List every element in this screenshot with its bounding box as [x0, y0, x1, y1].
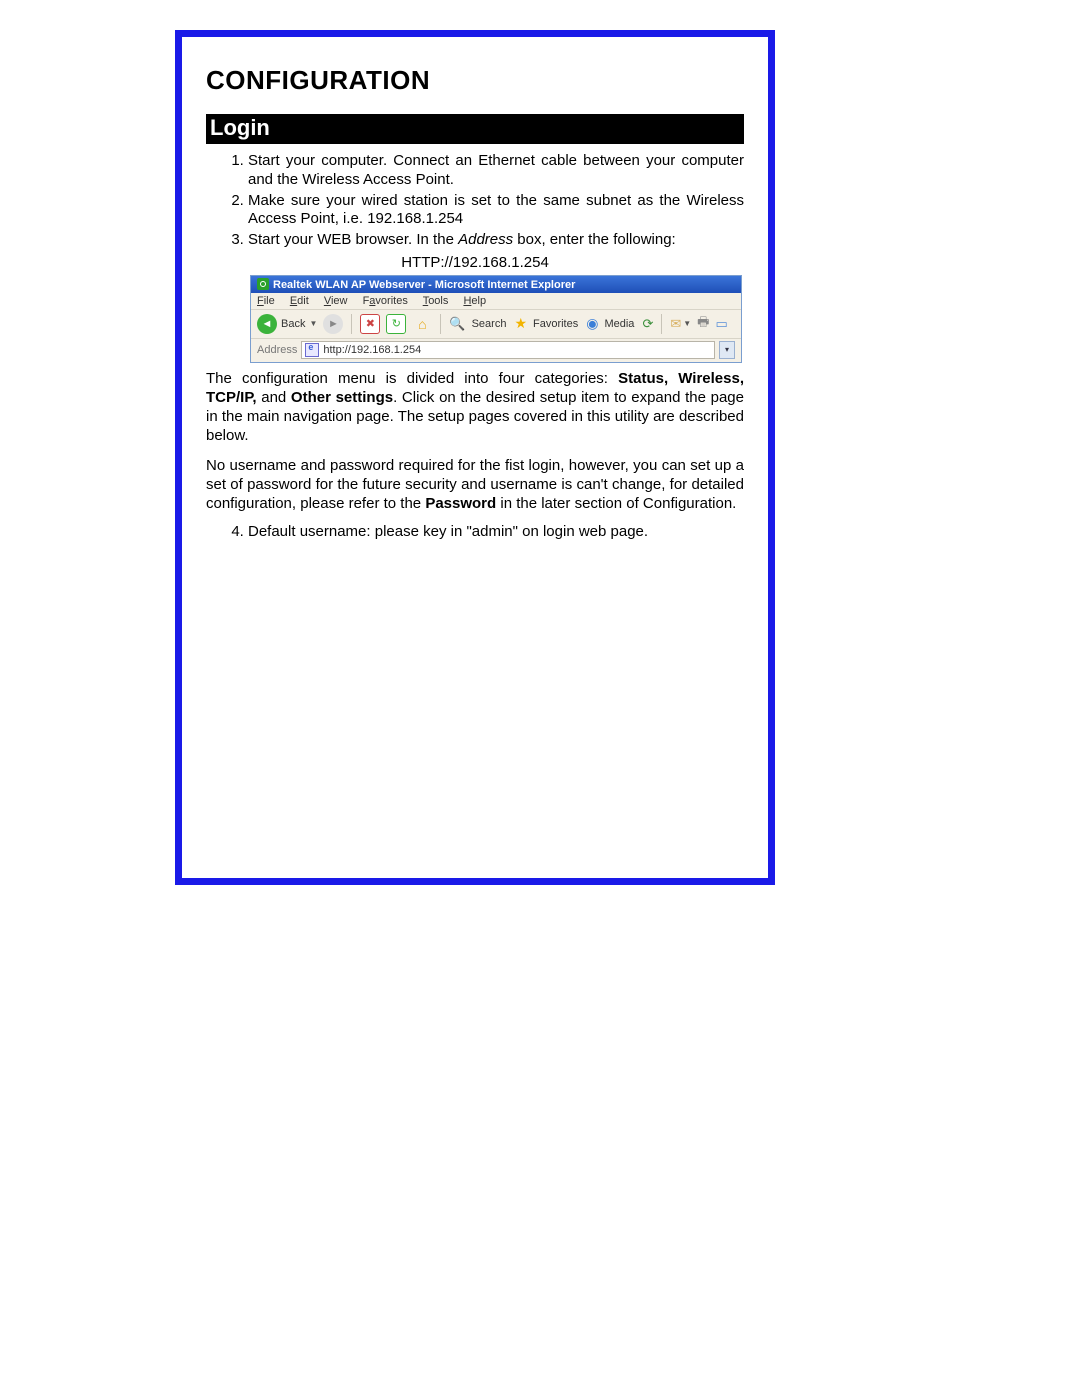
step-4: Default username: please key in "admin" …	[248, 523, 744, 542]
page: CONFIGURATION Login Start your computer.…	[0, 0, 1080, 1397]
edit-icon[interactable]: ▭	[715, 316, 727, 332]
menu-file[interactable]: File	[257, 295, 275, 307]
paragraph-categories: The configuration menu is divided into f…	[206, 369, 744, 446]
page-icon	[305, 343, 319, 357]
toolbar-separator-2	[440, 314, 441, 334]
address-label-text: Address	[257, 344, 297, 356]
steps-list: Start your computer. Connect an Ethernet…	[206, 152, 744, 250]
refresh-button[interactable]: ↻	[386, 314, 406, 334]
home-button[interactable]: ⌂	[412, 314, 432, 334]
favorites-label[interactable]: Favorites	[533, 318, 578, 330]
search-label[interactable]: Search	[472, 318, 507, 330]
media-label[interactable]: Media	[604, 318, 634, 330]
step-3: Start your WEB browser. In the Address b…	[248, 231, 744, 250]
address-value: http://192.168.1.254	[323, 344, 421, 356]
para1-t2: and	[257, 389, 291, 406]
menu-edit[interactable]: Edit	[290, 295, 309, 307]
back-dropdown-icon[interactable]: ▼	[309, 319, 317, 328]
para1-t1: The configuration menu is divided into f…	[206, 370, 618, 387]
browser-title-text: Realtek WLAN AP Webserver - Microsoft In…	[273, 279, 575, 291]
steps-list-continued: Default username: please key in "admin" …	[206, 523, 744, 542]
print-icon[interactable]: 🖶	[697, 313, 709, 335]
mail-icon[interactable]: ✉	[670, 316, 681, 332]
menu-tools[interactable]: Tools	[423, 295, 449, 307]
address-dropdown-icon[interactable]: ▾	[719, 341, 735, 359]
search-icon: 🔍	[449, 316, 465, 332]
step-1: Start your computer. Connect an Ethernet…	[248, 152, 744, 190]
address-field[interactable]: http://192.168.1.254	[301, 341, 715, 359]
document-frame: CONFIGURATION Login Start your computer.…	[175, 30, 775, 885]
paragraph-password: No username and password required for th…	[206, 456, 744, 514]
mail-dropdown-icon[interactable]: ▼	[683, 319, 691, 328]
para2-t2: in the later section of Configuration.	[496, 495, 736, 512]
forward-button[interactable]: ►	[323, 314, 343, 334]
favorites-icon: ★	[514, 315, 527, 332]
ie-icon	[257, 278, 269, 290]
step-3-suffix: box, enter the following:	[513, 231, 676, 248]
history-icon[interactable]: ⟳	[642, 316, 653, 332]
browser-addressbar: Address http://192.168.1.254 ▾	[251, 339, 741, 362]
section-heading-login: Login	[206, 114, 744, 144]
back-button[interactable]: ◄	[257, 314, 277, 334]
browser-titlebar: Realtek WLAN AP Webserver - Microsoft In…	[251, 276, 741, 293]
url-line: HTTP://192.168.1.254	[206, 254, 744, 271]
browser-screenshot: Realtek WLAN AP Webserver - Microsoft In…	[250, 275, 742, 363]
step-3-address-word: Address	[458, 231, 513, 248]
browser-menubar: File Edit View Favorites Tools Help	[251, 293, 741, 310]
document-body: CONFIGURATION Login Start your computer.…	[182, 37, 768, 878]
step-2: Make sure your wired station is set to t…	[248, 192, 744, 230]
toolbar-separator-3	[661, 314, 662, 334]
menu-help[interactable]: Help	[463, 295, 486, 307]
para1-b2: Other settings	[291, 389, 393, 406]
back-label: Back	[281, 318, 305, 330]
toolbar-separator-1	[351, 314, 352, 334]
stop-button[interactable]: ✖	[360, 314, 380, 334]
step-3-prefix: Start your WEB browser. In the	[248, 231, 458, 248]
menu-favorites[interactable]: Favorites	[363, 295, 408, 307]
media-icon: ◉	[586, 315, 598, 332]
menu-view[interactable]: View	[324, 295, 348, 307]
address-label: Address	[257, 344, 297, 356]
para2-b1: Password	[425, 495, 496, 512]
page-title: CONFIGURATION	[206, 65, 744, 96]
browser-toolbar: ◄ Back ▼ ► ✖ ↻ ⌂ 🔍 Search ★ Favorites ◉ …	[251, 310, 741, 339]
